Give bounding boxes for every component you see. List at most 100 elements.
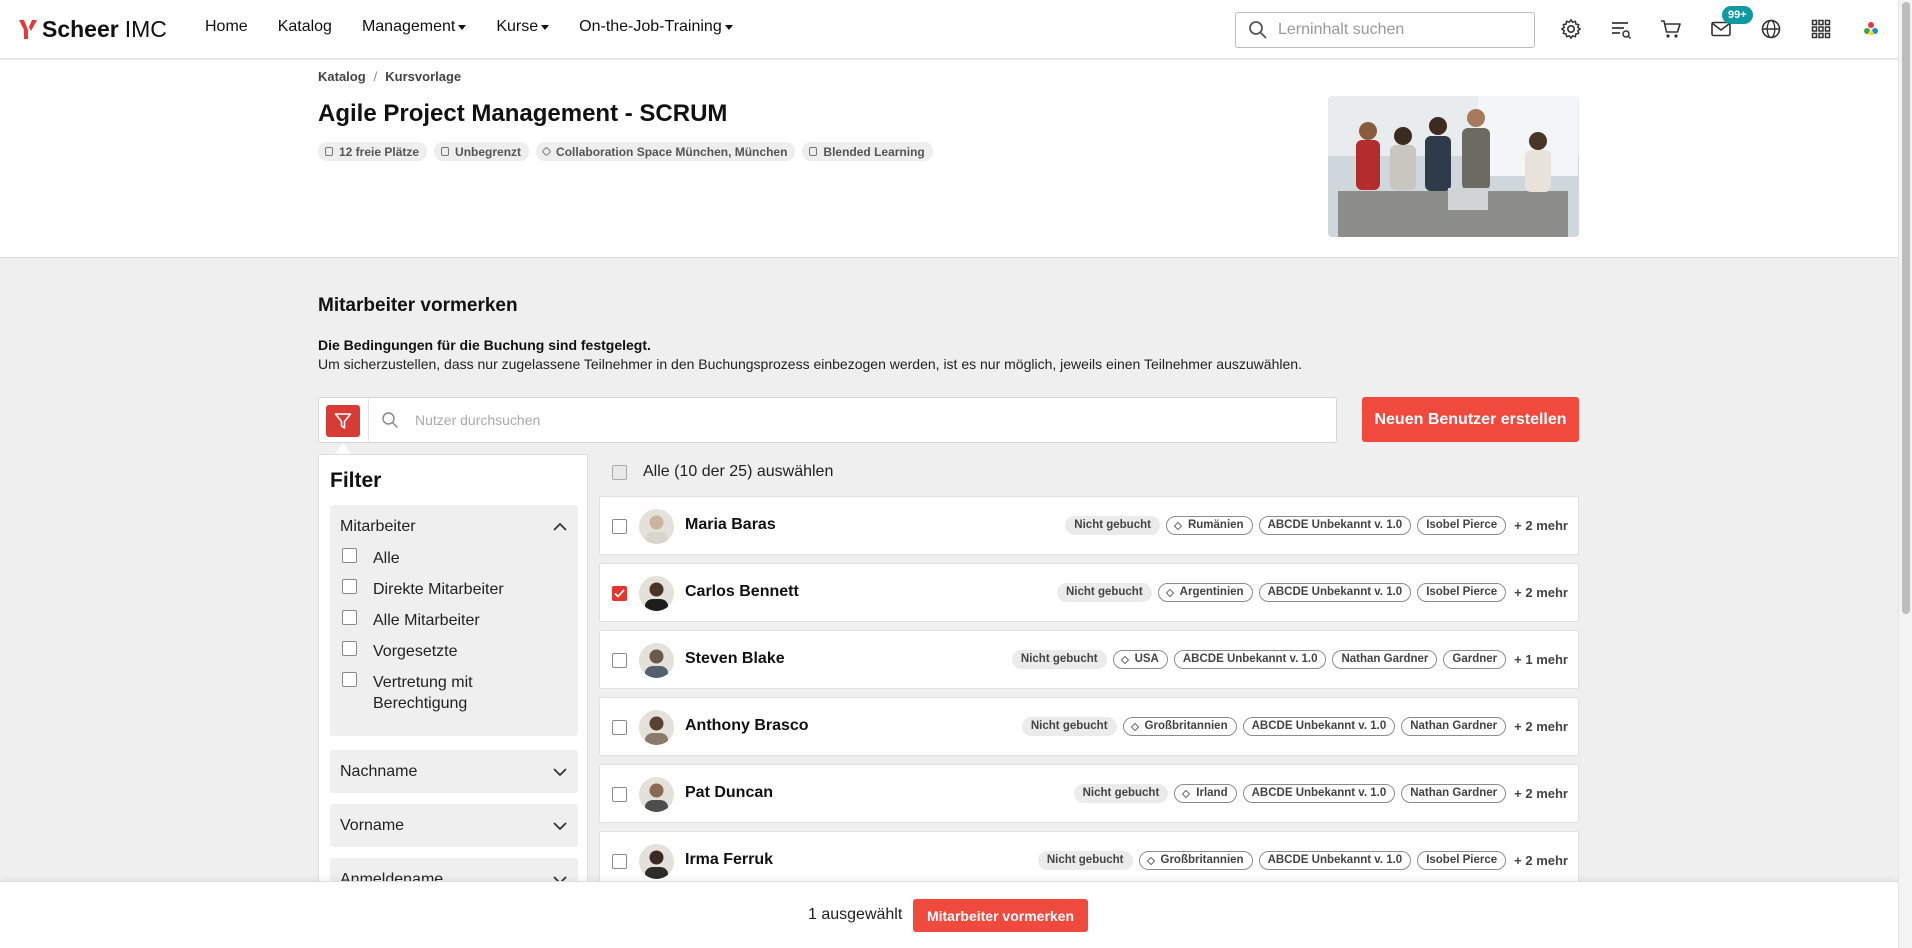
content-search-input[interactable] <box>1278 21 1518 39</box>
checkbox[interactable] <box>342 672 357 687</box>
booking-status-badge: Nicht gebucht <box>1057 583 1152 602</box>
nav-management[interactable]: Management <box>362 18 467 36</box>
country-tag: Irland <box>1174 784 1237 803</box>
user-row-checkbox[interactable] <box>612 720 627 735</box>
user-name[interactable]: Anthony Brasco <box>685 717 809 735</box>
more-tags-link[interactable]: + 2 mehr <box>1514 853 1568 868</box>
filter-group-nachname: Nachname <box>330 750 578 793</box>
country-label: Argentinien <box>1179 586 1244 598</box>
booking-status-badge: Nicht gebucht <box>1021 717 1117 736</box>
settings-icon[interactable] <box>1558 16 1584 42</box>
nav-kurse[interactable]: Kurse <box>496 18 550 36</box>
filter-option-alle[interactable]: Alle <box>342 548 568 569</box>
create-new-user-button[interactable]: Neuen Benutzer erstellen <box>1362 397 1579 442</box>
nav-home-label: Home <box>205 18 248 35</box>
location-icon <box>1182 789 1191 798</box>
mail-badge: 99+ <box>1722 6 1753 24</box>
breadcrumb-kursvorlage[interactable]: Kursvorlage <box>385 69 461 84</box>
filter-option-vertretung[interactable]: Vertretung mit Berechtigung <box>342 672 568 714</box>
user-row-checkbox[interactable] <box>612 519 627 534</box>
profile-logo-icon[interactable] <box>1858 16 1884 42</box>
location-icon <box>1130 722 1139 731</box>
user-search-input[interactable] <box>415 408 1215 432</box>
select-all-checkbox[interactable] <box>612 464 627 480</box>
filter-group-nachname-header[interactable]: Nachname <box>330 750 578 793</box>
globe-icon[interactable] <box>1758 16 1784 42</box>
filter-group-vorname: Vorname <box>330 804 578 847</box>
user-row[interactable]: Anthony Brasco Nicht gebucht Großbritannie… <box>599 697 1579 756</box>
filter-toggle-button[interactable] <box>326 405 360 437</box>
country-label: Großbritannien <box>1160 854 1244 866</box>
user-name[interactable]: Irma Ferruk <box>685 851 773 869</box>
filter-icon <box>334 413 352 429</box>
user-name[interactable]: Maria Baras <box>685 516 776 534</box>
course-image <box>1328 96 1579 237</box>
more-tags-link[interactable]: + 2 mehr <box>1514 585 1568 600</box>
user-row-checkbox[interactable] <box>612 787 627 802</box>
checkbox[interactable] <box>342 548 357 563</box>
nav-katalog[interactable]: Katalog <box>278 18 332 36</box>
more-tags-link[interactable]: + 2 mehr <box>1514 518 1568 533</box>
apps-grid-icon[interactable] <box>1808 16 1834 42</box>
mail-icon[interactable]: 99+ <box>1708 6 1753 42</box>
user-tags: Nicht gebucht Argentinien ABCDE Unbekannt … <box>1057 583 1570 602</box>
user-name[interactable]: Steven Blake <box>685 650 785 668</box>
chip-location-label: Collaboration Space München, München <box>556 144 788 159</box>
user-tags: Nicht gebucht USA ABCDE Unbekannt v. 1.0 Na… <box>1011 650 1570 669</box>
more-tags-link[interactable]: + 1 mehr <box>1514 652 1568 667</box>
filter-group-label: Mitarbeiter <box>340 517 416 535</box>
user-row[interactable]: Pat Duncan Nicht gebucht Irland ABCDE Unbek… <box>599 764 1579 823</box>
select-all[interactable]: Alle (10 der 25) auswählen <box>612 463 833 481</box>
user-row[interactable]: Carlos Bennett Nicht gebucht Argentinien AB… <box>599 563 1579 622</box>
user-row[interactable]: Steven Blake Nicht gebucht USA ABCDE Unbeka… <box>599 630 1579 689</box>
user-row-checkbox[interactable] <box>612 854 627 869</box>
filter-option-direkte-mitarbeiter[interactable]: Direkte Mitarbeiter <box>342 579 568 600</box>
avatar <box>639 844 674 879</box>
checkbox[interactable] <box>342 579 357 594</box>
user-row[interactable]: Maria Baras Nicht gebucht Rumänien ABCDE Un… <box>599 496 1579 555</box>
nav-ojt-label: On-the-Job-Training <box>579 18 722 35</box>
chevron-up-icon <box>553 522 567 531</box>
filter-option-alle-mitarbeiter[interactable]: Alle Mitarbeiter <box>342 610 568 631</box>
country-label: Großbritannien <box>1144 720 1228 732</box>
reserve-employees-button[interactable]: Mitarbeiter vormerken <box>913 899 1088 932</box>
chip-seats-label: 12 freie Plätze <box>339 144 420 159</box>
filter-group-mitarbeiter-options: Alle Direkte Mitarbeiter Alle Mitarbeite… <box>330 548 578 736</box>
search-divider <box>368 399 369 441</box>
caret-down-icon <box>541 24 550 30</box>
scrollbar-thumb[interactable] <box>1902 2 1910 614</box>
user-attribute-tag: Gardner <box>1443 650 1507 669</box>
cart-icon[interactable] <box>1658 16 1684 42</box>
caret-down-icon <box>724 24 733 30</box>
more-tags-link[interactable]: + 2 mehr <box>1514 786 1568 801</box>
nav-on-the-job-training[interactable]: On-the-Job-Training <box>579 18 733 36</box>
checkbox[interactable] <box>342 610 357 625</box>
country-label: USA <box>1134 653 1159 665</box>
chip-location: Collaboration Space München, München <box>536 142 796 161</box>
user-row-checkbox[interactable] <box>612 653 627 668</box>
page-title: Agile Project Management - SCRUM <box>318 100 728 127</box>
country-label: Irland <box>1196 787 1228 799</box>
breadcrumb-katalog[interactable]: Katalog <box>318 69 366 84</box>
avatar <box>639 509 674 544</box>
more-tags-link[interactable]: + 2 mehr <box>1514 719 1568 734</box>
page-scrollbar[interactable] <box>1898 0 1912 948</box>
chip-duration: Unbegrenzt <box>434 142 530 161</box>
filter-group-vorname-header[interactable]: Vorname <box>330 804 578 847</box>
search-icon <box>1249 21 1267 39</box>
filter-option-vorgesetzte[interactable]: Vorgesetzte <box>342 641 568 662</box>
brand-logo[interactable]: Scheer IMC <box>18 14 167 44</box>
user-row-checkbox[interactable] <box>612 586 627 601</box>
chip-duration-label: Unbegrenzt <box>455 144 522 159</box>
top-icon-bar: 99+ <box>1558 6 1908 42</box>
checkbox[interactable] <box>342 641 357 656</box>
nav-home[interactable]: Home <box>205 18 248 36</box>
learning-list-icon[interactable] <box>1608 16 1634 42</box>
nav-katalog-label: Katalog <box>277 18 332 35</box>
calendar-icon <box>441 147 450 156</box>
filter-group-mitarbeiter-header[interactable]: Mitarbeiter <box>330 505 578 548</box>
user-name[interactable]: Pat Duncan <box>685 784 773 802</box>
user-tags: Nicht gebucht Irland ABCDE Unbekannt v. 1.… <box>1073 784 1570 803</box>
location-icon <box>1120 655 1129 664</box>
user-name[interactable]: Carlos Bennett <box>685 583 799 601</box>
